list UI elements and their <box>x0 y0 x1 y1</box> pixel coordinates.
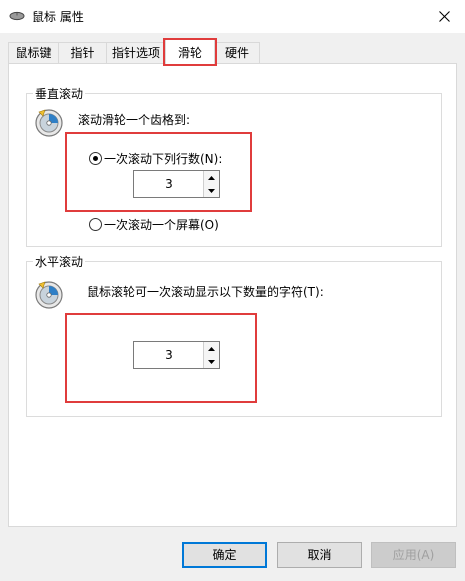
window-title: 鼠标 属性 <box>32 10 84 24</box>
radio-screen-label[interactable]: 一次滚动一个屏幕(O) <box>104 216 219 233</box>
wheel-icon <box>35 109 63 137</box>
radio-screen[interactable] <box>89 218 102 231</box>
group-title-horizontal: 水平滚动 <box>33 253 86 270</box>
tab-label: 指针选项 <box>111 46 160 60</box>
tab-label: 滑轮 <box>177 46 202 60</box>
tab-label: 指针 <box>70 46 95 60</box>
tab-wheel[interactable]: 滑轮 <box>165 39 215 64</box>
arrow-down-icon <box>208 188 215 193</box>
tab-label: 鼠标键 <box>15 46 52 60</box>
stepper-arrows <box>203 342 219 368</box>
tab-pointers[interactable]: 指针 <box>58 42 107 63</box>
group-title-vertical: 垂直滚动 <box>33 85 86 102</box>
tab-hardware[interactable]: 硬件 <box>214 42 260 63</box>
horizontal-instruction: 鼠标滚轮可一次滚动显示以下数量的字符(T): <box>87 285 324 299</box>
cancel-button[interactable]: 取消 <box>277 542 362 568</box>
arrow-down-icon <box>208 359 215 364</box>
stepper-up-button[interactable] <box>204 171 219 185</box>
chars-value[interactable]: 3 <box>134 342 204 368</box>
stepper-down-button[interactable] <box>204 355 219 368</box>
close-button[interactable] <box>428 2 460 30</box>
ok-button[interactable]: 确定 <box>182 542 267 568</box>
chars-stepper[interactable]: 3 <box>133 341 220 369</box>
vertical-instruction: 滚动滑轮一个齿格到: <box>78 113 191 127</box>
stepper-down-button[interactable] <box>204 184 219 197</box>
tab-label: 硬件 <box>224 46 249 60</box>
wheel-icon <box>35 281 63 309</box>
lines-stepper[interactable]: 3 <box>133 170 220 198</box>
close-icon <box>438 10 450 22</box>
tab-panel-wheel: 垂直滚动 滚动滑轮一个齿格到: 一次滚动下列行数(N): 3 一次滚动一个屏幕(… <box>8 63 457 527</box>
lines-value[interactable]: 3 <box>134 171 204 197</box>
stepper-up-button[interactable] <box>204 342 219 356</box>
tab-mouse-buttons[interactable]: 鼠标键 <box>8 42 59 63</box>
tab-pointer-options[interactable]: 指针选项 <box>106 42 166 63</box>
title-bar: 鼠标 属性 <box>0 0 465 33</box>
stepper-arrows <box>203 171 219 197</box>
radio-lines-label[interactable]: 一次滚动下列行数(N): <box>104 150 222 167</box>
radio-lines[interactable] <box>89 152 102 165</box>
mouse-icon <box>9 11 25 21</box>
radio-selected-dot <box>93 156 98 161</box>
apply-button[interactable]: 应用(A) <box>371 542 456 568</box>
arrow-up-icon <box>208 175 215 180</box>
arrow-up-icon <box>208 346 215 351</box>
